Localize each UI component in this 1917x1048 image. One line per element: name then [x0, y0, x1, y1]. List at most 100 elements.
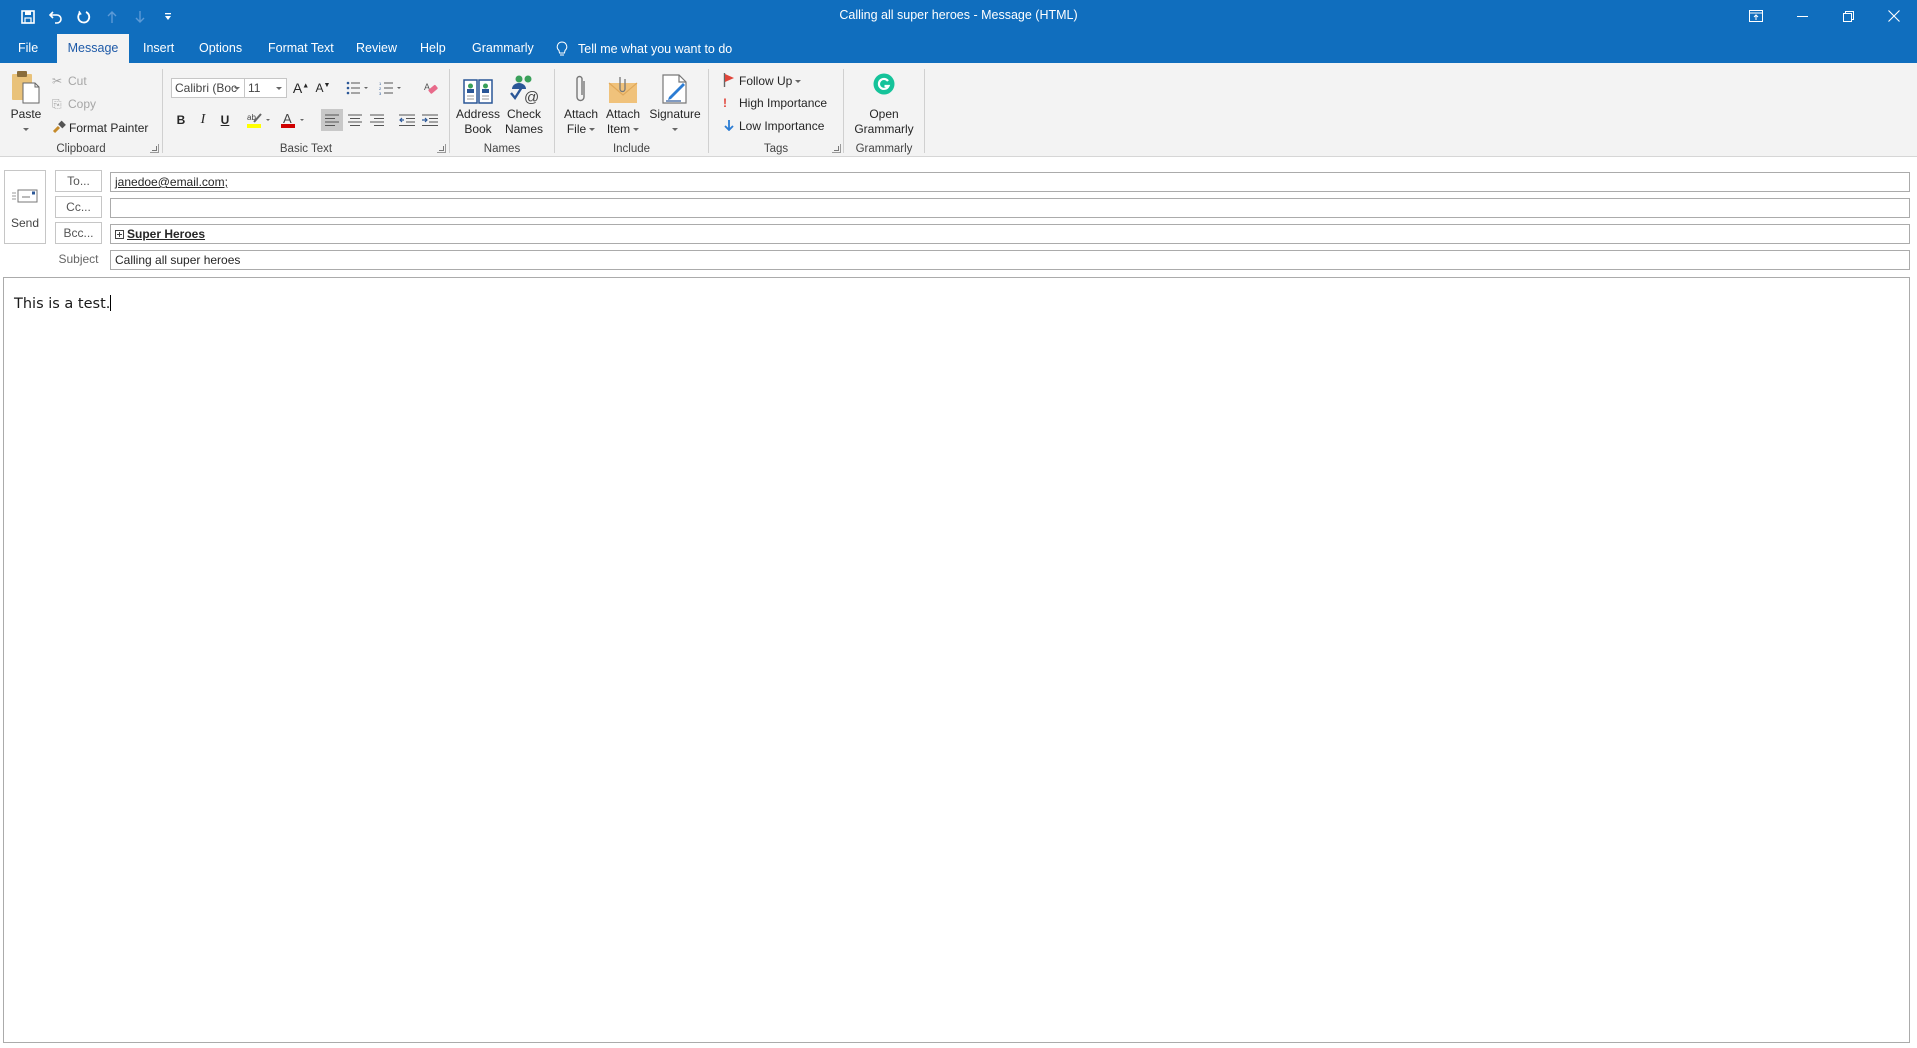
scissors-icon: ✂ — [52, 74, 63, 88]
expand-group-icon[interactable] — [115, 230, 124, 239]
grammarly-icon — [873, 73, 895, 95]
address-book-button[interactable]: Address Book — [456, 69, 500, 137]
tab-grammarly[interactable]: Grammarly — [460, 34, 546, 64]
align-center-button[interactable] — [344, 109, 366, 131]
close-button[interactable] — [1871, 0, 1917, 32]
underline-button[interactable]: U — [217, 110, 233, 130]
to-button[interactable]: To... — [55, 170, 102, 192]
bold-button[interactable]: B — [173, 110, 189, 130]
include-group: Attach File Attach Item Signature Includ… — [555, 67, 708, 155]
tags-group-label: Tags — [763, 143, 789, 155]
paste-button[interactable]: Paste — [6, 69, 46, 137]
copy-button[interactable]: ⎘ Copy — [52, 97, 96, 112]
window-controls — [1733, 0, 1917, 32]
paste-label: Paste — [10, 107, 42, 121]
cc-field[interactable] — [110, 198, 1910, 218]
tags-dialog-launcher[interactable] — [832, 144, 841, 153]
grow-font-button[interactable]: A▲ — [292, 78, 310, 98]
increase-indent-button[interactable] — [419, 109, 441, 131]
tab-insert[interactable]: Insert — [131, 34, 186, 64]
font-name-combo[interactable]: Calibri (Boc — [171, 78, 245, 98]
tab-help[interactable]: Help — [408, 34, 458, 64]
decrease-indent-button[interactable] — [396, 109, 418, 131]
clipboard-group-label: Clipboard — [56, 143, 106, 155]
tab-message[interactable]: Message — [57, 34, 129, 64]
shrink-font-button[interactable]: A▼ — [314, 78, 332, 98]
ribbon-display-options-button[interactable] — [1733, 0, 1779, 32]
align-center-icon — [348, 114, 362, 126]
contact-group-token[interactable]: Super Heroes — [127, 227, 205, 241]
align-left-icon — [325, 114, 339, 126]
flag-icon — [723, 73, 734, 87]
title-bar: Calling all super heroes - Message (HTML… — [0, 0, 1917, 34]
bcc-field[interactable]: Super Heroes — [110, 224, 1910, 244]
align-left-button[interactable] — [321, 109, 343, 131]
svg-text:A: A — [283, 111, 292, 126]
check-names-icon: @ — [510, 75, 539, 105]
send-icon — [12, 189, 38, 203]
italic-button[interactable]: I — [195, 110, 211, 130]
grammarly-group-label: Grammarly — [855, 143, 913, 155]
paperclip-icon — [576, 75, 585, 102]
close-icon — [1888, 10, 1900, 22]
to-field[interactable]: janedoe@email.com; — [110, 172, 1910, 192]
bullets-icon — [346, 81, 368, 95]
highlight-icon: ab — [247, 113, 270, 128]
font-size-combo[interactable]: 11 — [244, 78, 287, 98]
basic-text-dialog-launcher[interactable] — [437, 144, 446, 153]
check-names-button[interactable]: @ Check Names — [502, 69, 546, 137]
clear-formatting-button[interactable]: A — [421, 78, 441, 98]
subject-field[interactable]: Calling all super heroes — [110, 250, 1910, 270]
tab-review[interactable]: Review — [344, 34, 409, 64]
include-group-label: Include — [612, 143, 651, 155]
low-importance-button[interactable]: Low Importance — [723, 119, 824, 133]
address-book-icon — [463, 79, 493, 104]
minimize-icon — [1796, 15, 1808, 17]
shrink-font-icon: A▼ — [315, 81, 331, 95]
paste-icon — [12, 71, 40, 104]
clipboard-group: Paste ✂ Cut ⎘ Copy Format Painter Clipboar… — [0, 67, 162, 155]
numbering-icon: 123 — [379, 81, 401, 95]
font-color-button[interactable]: A — [279, 110, 309, 130]
clear-formatting-icon: A — [424, 82, 438, 94]
send-button[interactable]: Send — [4, 170, 46, 244]
tab-options[interactable]: Options — [187, 34, 254, 64]
follow-up-button[interactable]: Follow Up — [723, 73, 802, 88]
message-body-text[interactable]: This is a test. — [14, 295, 112, 312]
restore-icon — [1842, 10, 1854, 22]
ribbon-display-options-icon — [1749, 10, 1763, 22]
recipient-token[interactable]: janedoe@email.com; — [115, 175, 228, 189]
tab-file[interactable]: File — [6, 34, 50, 64]
basic-text-group-label: Basic Text — [279, 143, 333, 155]
clipboard-dialog-launcher[interactable] — [150, 144, 159, 153]
cut-button[interactable]: ✂ Cut — [52, 74, 87, 88]
align-right-button[interactable] — [366, 109, 388, 131]
highlight-button[interactable]: ab — [245, 110, 275, 130]
bullets-button[interactable] — [343, 78, 373, 98]
svg-text:3: 3 — [379, 91, 382, 95]
arrow-down-icon — [724, 120, 734, 132]
basic-text-group: Calibri (Boc 11 A▲ A▼ 123 A B I U ab A B… — [163, 67, 449, 155]
restore-button[interactable] — [1825, 0, 1871, 32]
cc-button[interactable]: Cc... — [55, 196, 102, 218]
grow-font-icon: A▲ — [292, 80, 310, 96]
tags-group: Follow Up ! High Importance Low Importanc… — [709, 67, 843, 155]
format-painter-icon — [52, 120, 66, 134]
attach-item-icon — [608, 77, 638, 103]
attach-file-button[interactable]: Attach File — [561, 69, 601, 137]
tab-format-text[interactable]: Format Text — [256, 34, 346, 64]
format-painter-button[interactable]: Format Painter — [52, 120, 148, 135]
numbering-button[interactable]: 123 — [376, 78, 406, 98]
tell-me-search[interactable]: Tell me what you want to do — [556, 34, 732, 64]
increase-indent-icon — [422, 114, 438, 126]
signature-button[interactable]: Signature — [647, 69, 703, 137]
signature-icon — [662, 74, 687, 104]
open-grammarly-button[interactable]: Open Grammarly — [848, 69, 920, 137]
subject-label: Subject — [58, 252, 99, 266]
minimize-button[interactable] — [1779, 0, 1825, 32]
bcc-button[interactable]: Bcc... — [55, 222, 102, 244]
names-group-label: Names — [483, 143, 521, 155]
attach-item-button[interactable]: Attach Item — [603, 69, 643, 137]
message-body[interactable]: This is a test. — [3, 277, 1910, 1043]
high-importance-button[interactable]: ! High Importance — [723, 96, 827, 110]
